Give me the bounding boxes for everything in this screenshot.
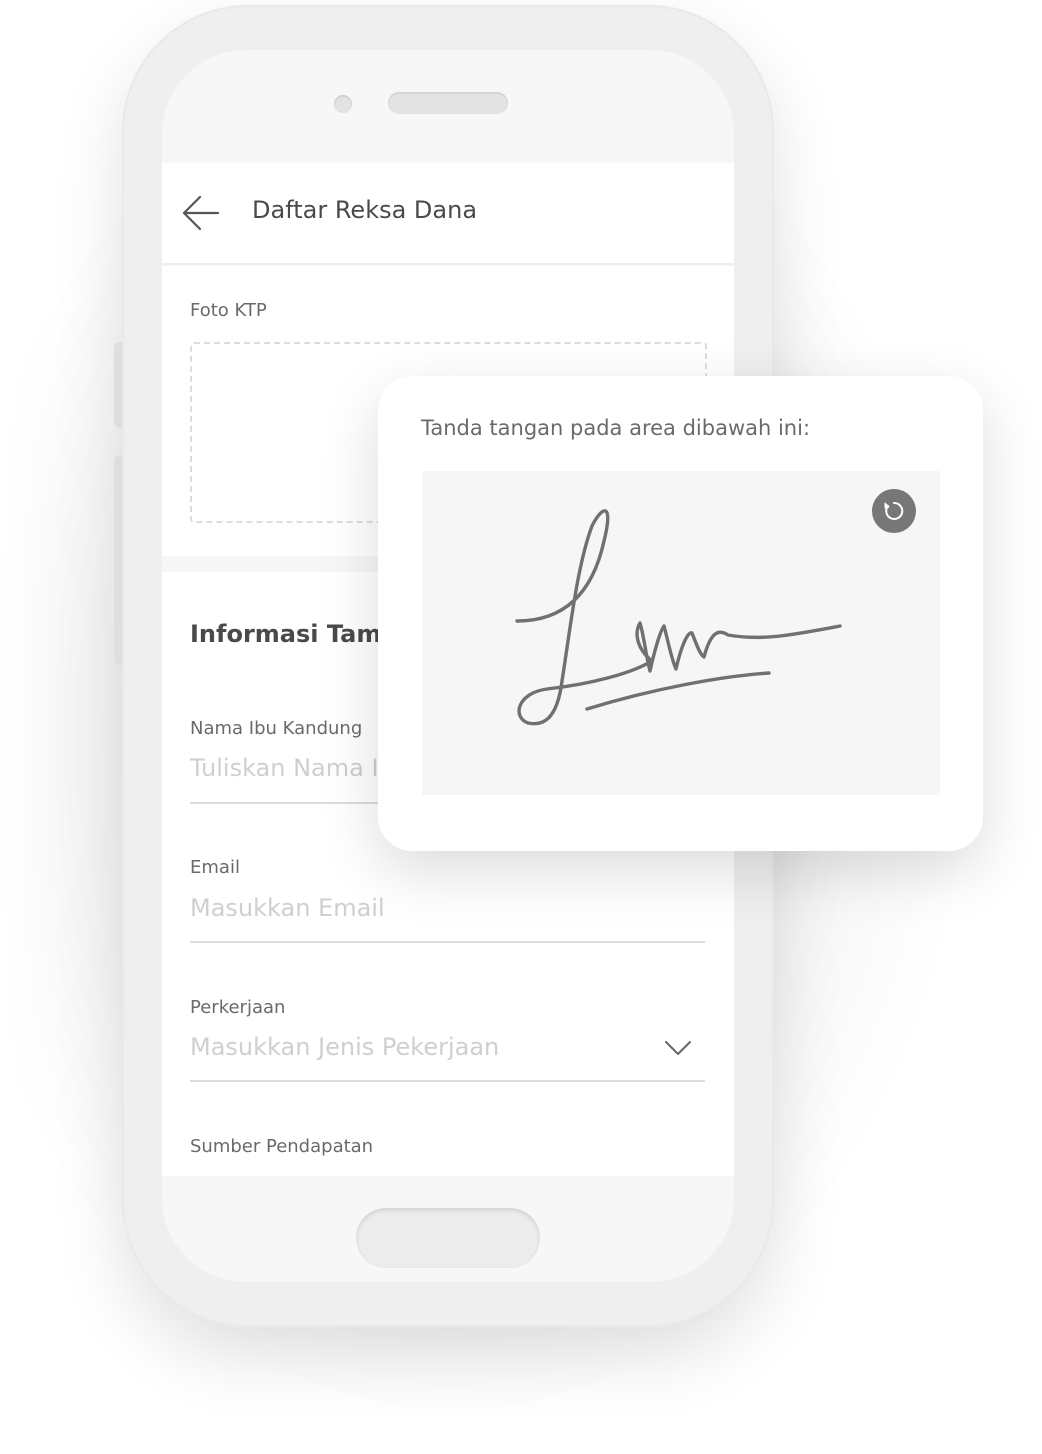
email-underline bbox=[190, 941, 705, 943]
chevron-down-icon[interactable] bbox=[664, 1039, 692, 1057]
reset-signature-button[interactable] bbox=[872, 489, 916, 533]
mother-name-label: Nama Ibu Kandung bbox=[190, 718, 363, 739]
email-input[interactable]: Masukkan Email bbox=[190, 894, 385, 922]
home-button[interactable] bbox=[356, 1208, 540, 1268]
refresh-icon bbox=[884, 501, 904, 520]
signature-drawing bbox=[422, 471, 940, 799]
photo-ktp-label: Foto KTP bbox=[190, 300, 267, 321]
signature-instruction: Tanda tangan pada area dibawah ini: bbox=[421, 416, 811, 440]
job-label: Perkerjaan bbox=[190, 997, 286, 1018]
arrow-left-icon[interactable] bbox=[180, 194, 220, 232]
income-source-label: Sumber Pendapatan bbox=[190, 1136, 374, 1157]
job-select[interactable]: Masukkan Jenis Pekerjaan bbox=[190, 1033, 499, 1061]
section-heading: Informasi Tamb bbox=[190, 620, 399, 648]
front-camera bbox=[334, 95, 352, 113]
email-label: Email bbox=[190, 857, 240, 878]
page-title: Daftar Reksa Dana bbox=[252, 196, 478, 224]
job-underline bbox=[190, 1080, 705, 1082]
earpiece-speaker bbox=[388, 92, 508, 114]
mother-name-input[interactable]: Tuliskan Nama I bbox=[190, 754, 379, 782]
